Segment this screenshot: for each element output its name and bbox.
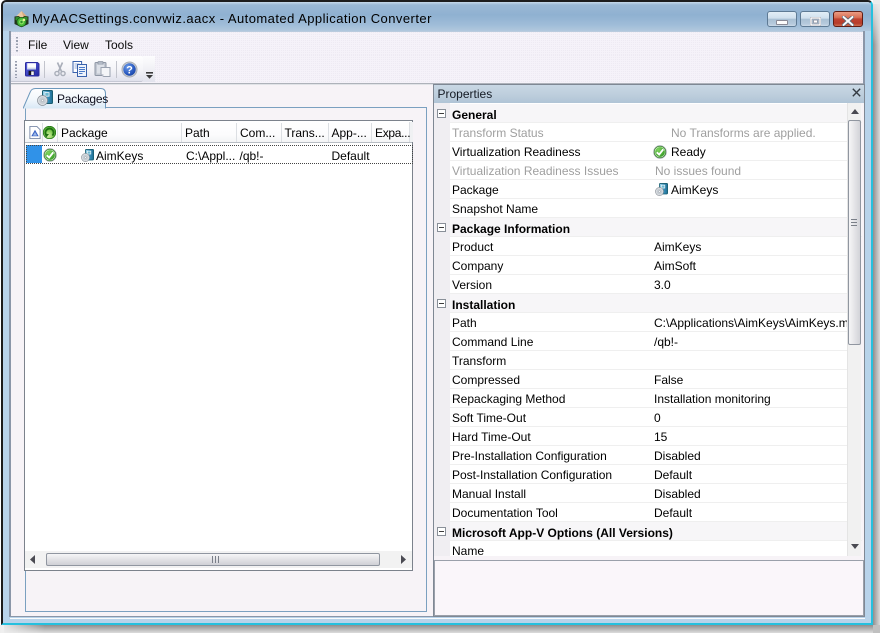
svg-text:?: ? (126, 65, 133, 77)
